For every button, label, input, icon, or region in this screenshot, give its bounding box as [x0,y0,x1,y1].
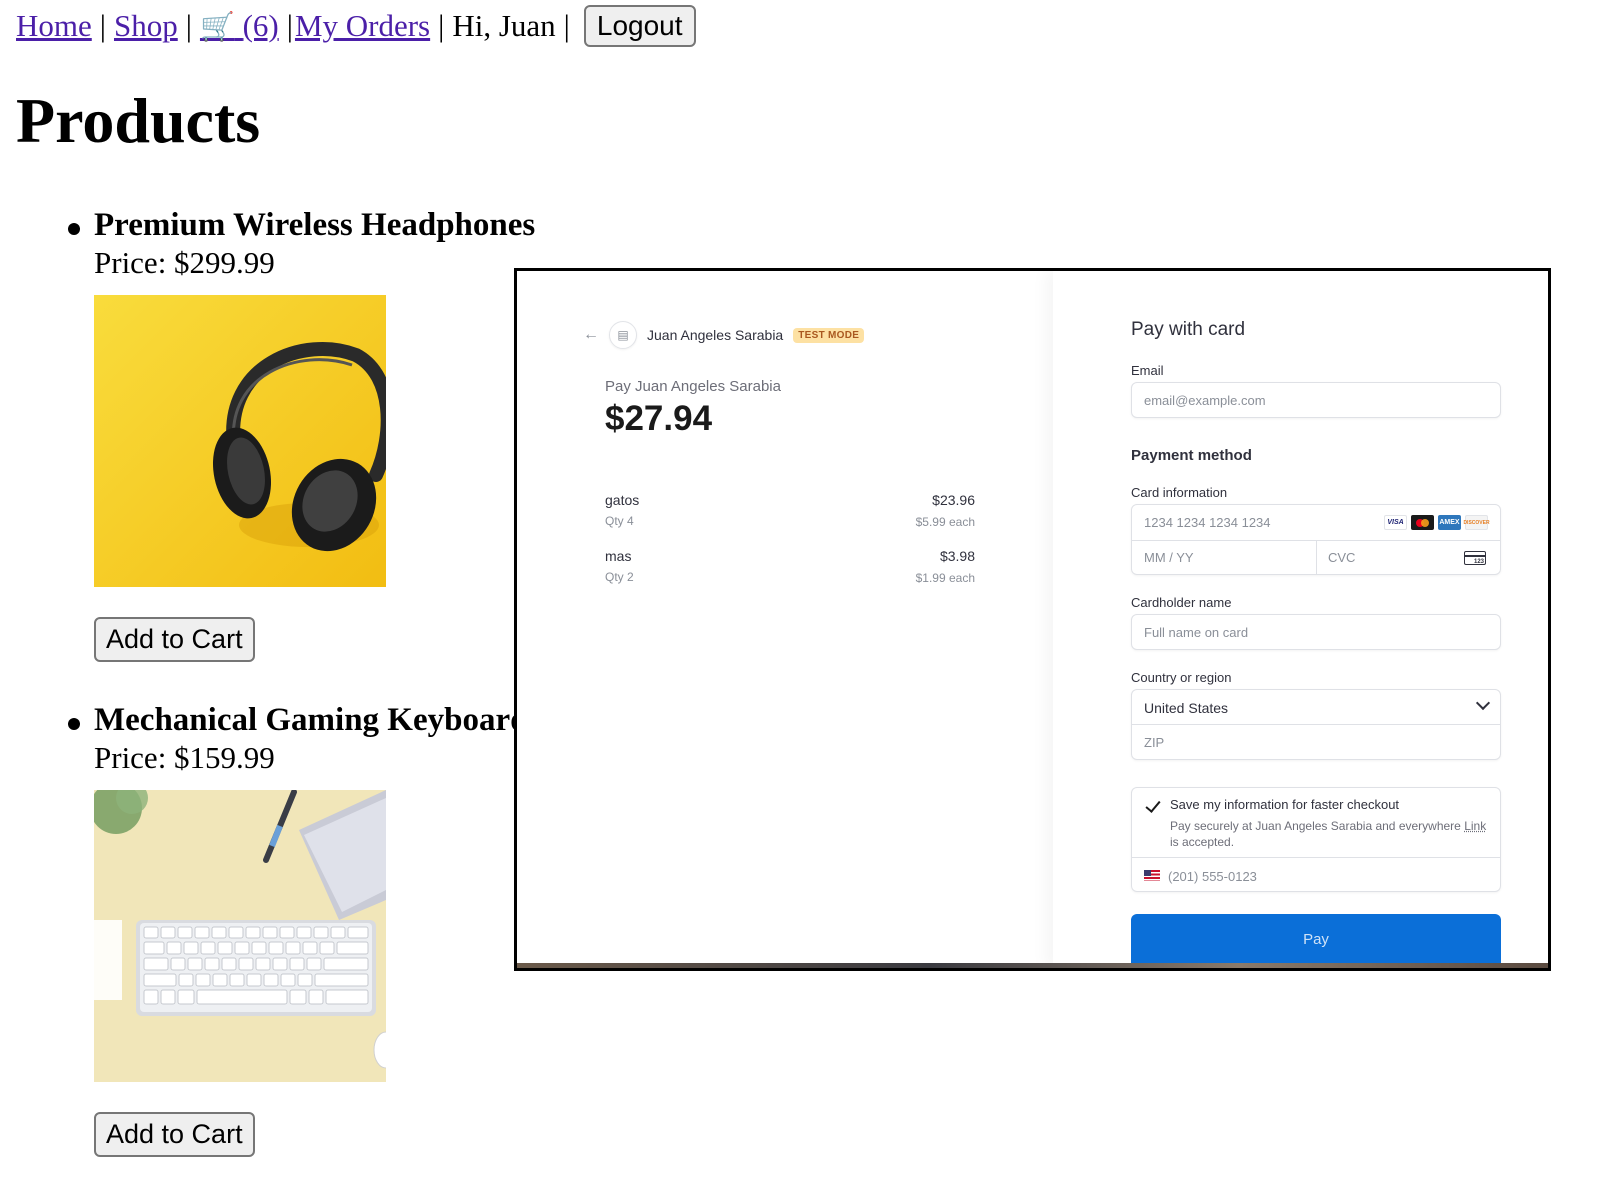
phone-input[interactable] [1166,858,1470,895]
total-amount: $27.94 [605,399,713,438]
payment-method-heading: Payment method [1131,447,1252,464]
line-item-unit-price: $5.99 each [915,515,975,529]
product-price: Price: $299.99 [94,245,275,280]
pay-to-label: Pay Juan Angeles Sarabia [605,378,781,395]
card-information-label: Card information [1131,485,1228,500]
list-bullet [68,718,80,730]
keyboard-image [94,790,386,1082]
country-label: Country or region [1131,670,1232,685]
visa-icon: VISA [1384,515,1407,530]
order-summary-pane: ← ▤ Juan Angeles Sarabia TEST MODE Pay J… [517,271,1053,968]
nav-cart-link[interactable]: 🛒 (6) [200,8,279,44]
cardholder-name-input[interactable] [1132,615,1500,649]
mastercard-icon [1411,515,1434,530]
nav-separator: | [99,8,106,43]
modal-bottom-edge [517,963,1548,968]
country-region-group: United States [1131,689,1501,760]
store-icon: ▤ [609,321,637,349]
headphones-image [94,295,386,587]
nav-my-orders-link[interactable]: My Orders [295,8,430,44]
cardholder-name-label: Cardholder name [1131,595,1232,610]
payment-form-title: Pay with card [1131,319,1246,340]
card-information-group: VISA AMEX DISCOVER 123 [1131,504,1501,575]
top-nav: Home | Shop | 🛒 (6) | My Orders | Hi, Ju… [16,2,696,50]
save-desc-suffix: is accepted. [1170,835,1235,849]
save-info-description: Pay securely at Juan Angeles Sarabia and… [1170,818,1495,850]
list-bullet [68,223,80,235]
nav-separator: | [438,8,445,43]
pay-button[interactable]: Pay [1131,914,1501,964]
amex-icon: AMEX [1438,515,1461,530]
save-info-title: Save my information for faster checkout [1170,797,1400,812]
zip-input[interactable] [1132,725,1500,760]
link-text[interactable]: Link [1464,819,1486,833]
discover-icon: DISCOVER [1463,515,1490,530]
checkout-modal: ← ▤ Juan Angeles Sarabia TEST MODE Pay J… [514,268,1551,971]
cart-count: (6) [242,8,279,43]
save-desc-text: Pay securely at Juan Angeles Sarabia and… [1170,819,1461,833]
line-item-total: $3.98 [939,548,975,564]
save-info-checkbox[interactable] [1144,798,1160,814]
nav-shop-link[interactable]: Shop [114,8,178,44]
cvc-card-icon: 123 [1464,551,1486,565]
add-to-cart-button[interactable]: Add to Cart [94,1112,255,1157]
nav-separator: | [185,8,192,43]
payment-form-pane: Pay with card Email Payment method Card … [1053,271,1548,968]
line-item-total: $23.96 [932,492,975,508]
user-greeting: Hi, Juan [452,8,556,43]
card-expiry-cell [1132,540,1317,575]
zip-cell [1132,725,1500,760]
line-item-name: mas [605,548,632,564]
save-info-box: Save my information for faster checkout … [1131,787,1501,895]
card-brands: VISA AMEX DISCOVER [1384,515,1490,530]
add-to-cart-button[interactable]: Add to Cart [94,617,255,662]
nav-home-link[interactable]: Home [16,8,92,44]
card-expiry-input[interactable] [1132,540,1316,575]
nav-separator: | [563,8,570,43]
product-price: Price: $159.99 [94,740,275,775]
cardholder-field-wrapper [1131,614,1501,650]
card-cvc-cell: 123 [1316,540,1500,575]
line-item-unit-price: $1.99 each [915,571,975,585]
email-label: Email [1131,363,1164,378]
product-name: Premium Wireless Headphones [94,207,536,243]
product-name: Mechanical Gaming Keyboard [94,702,529,738]
card-number-cell: VISA AMEX DISCOVER [1132,505,1500,541]
chevron-down-icon [1475,695,1491,711]
back-arrow-icon[interactable]: ← [583,326,599,344]
line-item-qty: Qty 2 [605,570,634,584]
product-image-keyboard [94,790,386,1082]
cart-icon: 🛒 [199,12,235,43]
email-field[interactable] [1132,383,1500,417]
line-item-name: gatos [605,492,640,508]
merchant-header: ← ▤ Juan Angeles Sarabia TEST MODE [583,321,865,349]
test-mode-badge: TEST MODE [793,327,865,343]
country-value: United States [1144,700,1229,716]
country-select[interactable]: United States [1132,690,1500,725]
logout-button[interactable]: Logout [583,5,696,47]
us-flag-icon [1144,870,1160,881]
nav-separator: | [286,8,293,43]
merchant-name: Juan Angeles Sarabia [647,327,784,343]
page-title: Products [16,85,261,156]
phone-row [1132,857,1500,895]
line-item-qty: Qty 4 [605,514,634,528]
cvc-icon-text: 123 [1473,559,1484,565]
email-field-wrapper [1131,382,1501,418]
product-image-headphones [94,295,386,587]
